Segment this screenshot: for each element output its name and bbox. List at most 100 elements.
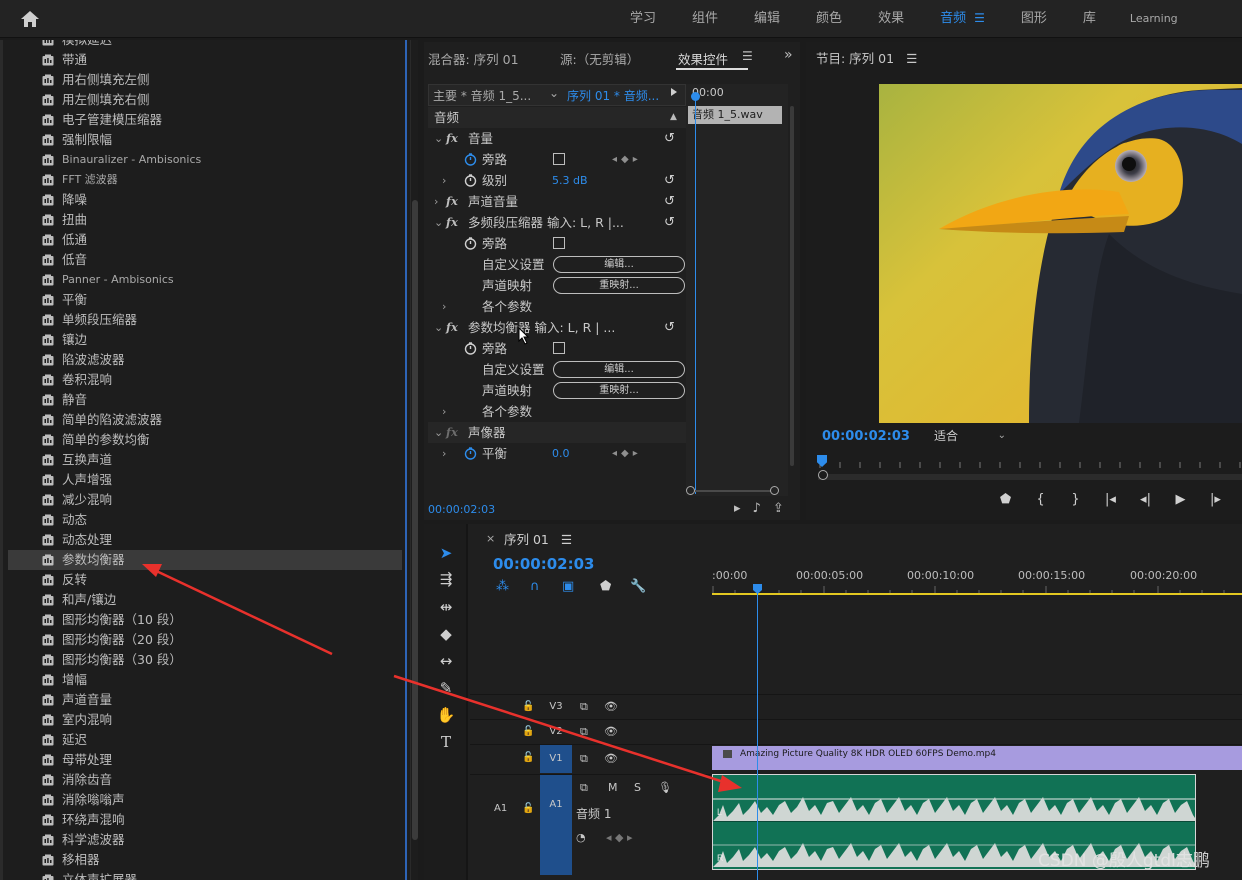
- chevron-down-icon[interactable]: ⌄: [434, 422, 443, 443]
- stopwatch-icon[interactable]: [464, 447, 477, 460]
- source-patch-a1[interactable]: A1: [494, 803, 507, 814]
- tab-editing[interactable]: 编辑: [736, 0, 798, 38]
- effect-list-item[interactable]: 延迟: [8, 730, 402, 750]
- effect-list-item[interactable]: 静音: [8, 390, 402, 410]
- fx-badge-icon[interactable]: fx: [446, 191, 458, 212]
- effect-list-item[interactable]: 人声增强: [8, 470, 402, 490]
- effect-list-item[interactable]: Binauralizer - Ambisonics: [8, 150, 402, 170]
- level-value[interactable]: 5.3 dB: [552, 170, 588, 191]
- tab-audio-mixer[interactable]: 混合器: 序列 01: [428, 49, 519, 68]
- reset-menu-icon[interactable]: ↺: [664, 317, 675, 338]
- stopwatch-icon[interactable]: [464, 174, 477, 187]
- effect-list-item[interactable]: 降噪: [8, 190, 402, 210]
- effect-list-item[interactable]: 图形均衡器（30 段）: [8, 650, 402, 670]
- effect-list-item[interactable]: 和声/镶边: [8, 590, 402, 610]
- lock-icon[interactable]: 🔓: [522, 726, 534, 737]
- effect-list-item[interactable]: 反转: [8, 570, 402, 590]
- mute-button[interactable]: M: [608, 781, 618, 794]
- sequence-clip-label[interactable]: 序列 01 * 音频...: [567, 87, 659, 104]
- chevron-down-icon[interactable]: ⌄: [434, 317, 443, 338]
- effect-list-item[interactable]: 带通: [8, 50, 402, 70]
- chevron-right-icon[interactable]: ›: [442, 401, 446, 422]
- eye-icon[interactable]: 👁: [604, 752, 618, 765]
- selection-tool-icon[interactable]: ➤: [434, 542, 458, 564]
- remap-button[interactable]: 重映射...: [553, 277, 685, 294]
- multiband-compressor-row[interactable]: ⌄ fx 多频段压缩器 输入: L, R |... ↺: [428, 212, 686, 233]
- reset-icon[interactable]: ↺: [664, 128, 675, 149]
- time-ruler[interactable]: [818, 456, 1242, 472]
- home-icon[interactable]: [20, 10, 40, 28]
- effect-list-item[interactable]: 增幅: [8, 670, 402, 690]
- go-to-in-icon[interactable]: |◂: [1093, 492, 1128, 507]
- zoom-scrollbar[interactable]: [690, 490, 778, 492]
- effect-list-item[interactable]: 用右侧填充左侧: [8, 70, 402, 90]
- step-back-icon[interactable]: ◂|: [1128, 492, 1163, 507]
- wrench-icon[interactable]: 🔧: [630, 579, 646, 594]
- effect-list-item[interactable]: 消除嗡嗡声: [8, 790, 402, 810]
- sync-lock-icon[interactable]: ⧉: [580, 700, 588, 714]
- zoom-handle[interactable]: [818, 470, 828, 480]
- effect-list-item[interactable]: 电子管建模压缩器: [8, 110, 402, 130]
- tab-effect-controls[interactable]: 效果控件: [678, 49, 728, 68]
- bypass-checkbox[interactable]: [553, 153, 565, 165]
- lock-icon[interactable]: 🔓: [522, 752, 534, 763]
- parametric-eq-row[interactable]: ⌄ fx 参数均衡器 输入: L, R | ... ↺: [428, 317, 686, 338]
- bypass-checkbox[interactable]: [553, 342, 565, 354]
- zoom-scrollbar[interactable]: [818, 474, 1242, 480]
- video-clip[interactable]: Amazing Picture Quality 8K HDR OLED 60FP…: [712, 746, 1242, 770]
- lane-v2[interactable]: [712, 719, 1242, 744]
- tab-effects[interactable]: 效果: [860, 0, 922, 38]
- volume-knob-icon[interactable]: ◔: [576, 831, 586, 844]
- balance-value[interactable]: 0.0: [552, 443, 570, 464]
- track-label-v2[interactable]: V2: [540, 726, 572, 737]
- effect-list-item[interactable]: 单频段压缩器: [8, 310, 402, 330]
- effect-list-item[interactable]: 陷波滤波器: [8, 350, 402, 370]
- tab-learn[interactable]: 学习: [612, 0, 674, 38]
- effect-list-item[interactable]: Panner - Ambisonics: [8, 270, 402, 290]
- chevron-down-icon[interactable]: ⌄: [549, 86, 559, 100]
- stopwatch-icon[interactable]: [464, 342, 477, 355]
- mark-in-icon[interactable]: {: [1023, 492, 1058, 507]
- effect-controls-timeline[interactable]: 00:00 音频 1_5.wav: [686, 84, 788, 496]
- chevron-down-icon[interactable]: ⌄: [434, 212, 443, 233]
- effect-controls-scrollbar[interactable]: [790, 106, 794, 466]
- add-marker-icon[interactable]: ⬟: [988, 492, 1023, 507]
- stopwatch-icon[interactable]: [464, 237, 477, 250]
- effect-list-item[interactable]: 强制限幅: [8, 130, 402, 150]
- track-label-v3[interactable]: V3: [540, 701, 572, 712]
- effect-list-item[interactable]: 互换声道: [8, 450, 402, 470]
- tab-color[interactable]: 颜色: [798, 0, 860, 38]
- effect-list-item[interactable]: 减少混响: [8, 490, 402, 510]
- eye-icon[interactable]: 👁: [604, 725, 618, 738]
- timeline-timecode[interactable]: 00:00:02:03: [493, 555, 595, 573]
- lock-icon[interactable]: 🔓: [522, 701, 534, 712]
- pen-tool-icon[interactable]: ✎: [434, 677, 458, 699]
- effect-list-item[interactable]: 简单的参数均衡: [8, 430, 402, 450]
- chevron-right-icon[interactable]: ›: [442, 443, 446, 464]
- lock-icon[interactable]: 🔓: [522, 803, 534, 814]
- effect-list-item[interactable]: 室内混响: [8, 710, 402, 730]
- fit-dropdown[interactable]: 适合 ⌄: [928, 427, 1010, 445]
- effect-list-item[interactable]: 模拟延迟: [8, 40, 402, 50]
- reset-icon[interactable]: ↺: [664, 191, 675, 212]
- master-clip-label[interactable]: 主要 * 音频 1_5...: [433, 87, 531, 104]
- edit-button[interactable]: 编辑...: [553, 361, 685, 378]
- program-monitor-title[interactable]: 节目: 序列 01 ☰: [816, 48, 917, 67]
- effect-list-item[interactable]: 立体声扩展器: [8, 870, 402, 880]
- add-marker-icon[interactable]: ⬟: [600, 579, 611, 594]
- keyframe-nav-icon[interactable]: ◂ ◆ ▸: [606, 831, 633, 844]
- current-time[interactable]: 00:00:02:03: [428, 503, 495, 516]
- effect-list-item[interactable]: 用左侧填充右侧: [8, 90, 402, 110]
- remap-button[interactable]: 重映射...: [553, 382, 685, 399]
- params-row[interactable]: › 各个参数: [428, 296, 686, 317]
- ripple-edit-tool-icon[interactable]: ⇹: [434, 596, 458, 618]
- keyframe-nav-icon[interactable]: ◂◆▸: [612, 443, 642, 464]
- track-name-a1[interactable]: 音频 1: [576, 805, 611, 822]
- track-select-tool-icon[interactable]: ⇶: [434, 568, 458, 590]
- chevron-right-icon[interactable]: ›: [442, 296, 446, 317]
- playhead-timecode[interactable]: 00:00:02:03: [822, 429, 910, 444]
- reset-icon[interactable]: ↺: [664, 170, 675, 191]
- zoom-handle-right[interactable]: [770, 486, 779, 495]
- panel-menu-icon[interactable]: ☰: [906, 51, 917, 66]
- effect-list-item[interactable]: 声道音量: [8, 690, 402, 710]
